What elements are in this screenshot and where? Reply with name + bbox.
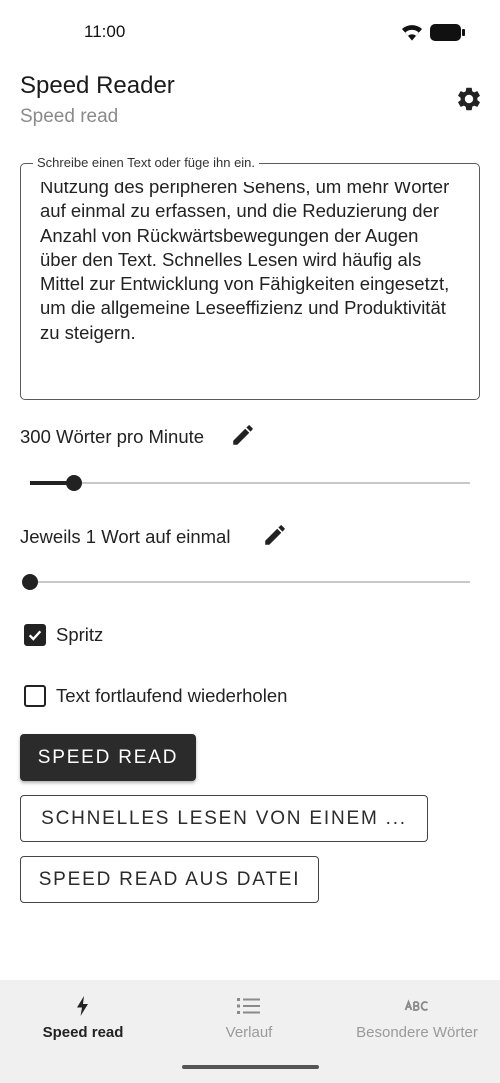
app-title: Speed Reader [20,72,175,99]
text-input-value: Nutzung des peripheren Sehens, um mehr W… [40,182,450,343]
bolt-icon [77,996,88,1016]
status-time: 11:00 [84,22,126,41]
nav-label-speed-read: Speed read [42,1024,124,1041]
repeat-checkbox[interactable] [24,685,46,707]
spritz-label: Spritz [56,624,104,645]
pencil-icon[interactable] [262,522,288,548]
nav-label-special-words: Besondere Wörter [356,1024,478,1041]
wifi-icon [402,25,422,41]
gear-icon[interactable] [455,85,483,113]
nav-item-history[interactable]: Verlauf [166,980,332,1060]
nav-item-speed-read[interactable]: Speed read [0,980,166,1060]
read-from-url-button[interactable]: SCHNELLES LESEN VON EINEM ... [20,795,428,842]
spritz-checkbox[interactable] [24,624,46,646]
check-icon [28,630,42,641]
list-icon [237,998,260,1014]
text-input-content[interactable]: Nutzung des peripheren Sehens, um mehr W… [40,182,460,382]
pencil-icon[interactable] [230,422,256,448]
read-from-file-button[interactable]: SPEED READ AUS DATEI [20,856,319,903]
status-bar: 11:00 [0,0,500,64]
words-slider-track [30,581,470,583]
speed-slider-thumb[interactable] [66,475,82,491]
speed-slider[interactable] [30,473,470,493]
words-label: Jeweils 1 Wort auf einmal [20,526,231,547]
text-input-field[interactable]: Schreibe einen Text oder füge ihn ein. N… [20,155,480,400]
repeat-label: Text fortlaufend wiederholen [56,685,288,706]
home-indicator [182,1065,319,1069]
words-slider-thumb[interactable] [22,574,38,590]
words-slider[interactable] [22,572,470,592]
nav-item-special-words[interactable]: Besondere Wörter [334,980,500,1060]
battery-icon [430,24,465,41]
spritz-option[interactable]: Spritz [24,624,103,646]
abc-icon [404,999,429,1011]
speed-label: 300 Wörter pro Minute [20,426,205,447]
nav-label-history: Verlauf [225,1024,273,1041]
repeat-option[interactable]: Text fortlaufend wiederholen [24,685,287,707]
app-subtitle: Speed read [20,106,119,127]
speed-read-button[interactable]: SPEED READ [20,734,196,781]
speed-slider-track [30,482,470,484]
text-input-label: Schreibe einen Text oder füge ihn ein. [33,155,260,171]
